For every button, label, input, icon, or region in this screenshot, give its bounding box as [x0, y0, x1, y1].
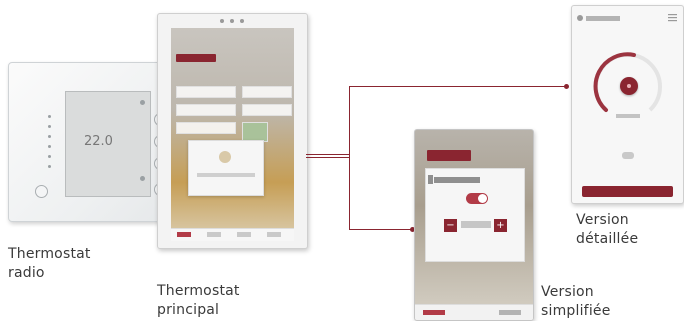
connector-trunk	[306, 154, 350, 155]
simple-nav-item[interactable]	[499, 310, 521, 315]
simple-nav-item[interactable]	[423, 310, 445, 315]
main-zone-tile[interactable]	[176, 86, 236, 98]
simple-control-card: − +	[425, 168, 525, 262]
label-thermostat-principal: Thermostat principal	[157, 283, 240, 318]
radio-temperature-readout: 22.0	[84, 134, 113, 149]
main-panel-icon	[219, 151, 231, 163]
scale-mark-icon	[48, 155, 51, 158]
menu-icon[interactable]	[668, 13, 677, 22]
label-version-simplifiee: Version simplifiée	[541, 284, 611, 319]
dial-knob[interactable]	[620, 77, 638, 95]
simple-setpoint-value	[461, 221, 491, 228]
main-control-panel[interactable]	[188, 140, 264, 196]
detailed-app-phone	[571, 5, 684, 204]
screen-indicator-icon	[140, 176, 145, 181]
simple-header-tab[interactable]	[427, 150, 471, 161]
radio-power-button[interactable]	[35, 185, 48, 198]
simple-bottom-nav	[415, 304, 533, 320]
back-icon[interactable]	[577, 15, 583, 21]
main-nav-item[interactable]	[267, 232, 281, 237]
chevron-left-icon[interactable]	[428, 175, 433, 184]
main-thermostat-device	[157, 13, 308, 249]
main-nav-item[interactable]	[237, 232, 251, 237]
main-panel-line	[197, 173, 255, 177]
scale-mark-icon	[48, 115, 51, 118]
simple-power-toggle[interactable]	[466, 193, 488, 204]
scale-mark-icon	[48, 125, 51, 128]
main-nav-item[interactable]	[207, 232, 221, 237]
simple-card-title	[434, 177, 480, 183]
connector-to-detailed	[349, 86, 566, 87]
main-bottom-nav	[171, 228, 294, 241]
main-header-tab[interactable]	[176, 54, 216, 62]
main-plant-tile[interactable]	[242, 122, 268, 142]
scale-mark-icon	[48, 165, 51, 168]
label-version-detaillee: Version détaillée	[576, 212, 639, 247]
radio-thermostat-screen: 22.0	[65, 91, 151, 197]
main-nav-item[interactable]	[177, 232, 191, 237]
screen-indicator-icon	[140, 100, 145, 105]
connector-vertical	[349, 86, 350, 229]
simplified-app-phone: − +	[414, 129, 534, 321]
connector-end-dot	[564, 84, 569, 89]
main-zone-tile[interactable]	[242, 104, 292, 116]
mode-icon[interactable]	[622, 152, 634, 159]
connector-trunk	[306, 157, 350, 158]
main-zone-tile[interactable]	[242, 86, 292, 98]
main-zone-tile[interactable]	[176, 104, 236, 116]
connector-to-simplified	[349, 229, 412, 230]
scale-mark-icon	[48, 135, 51, 138]
detail-setpoint-text	[616, 114, 640, 118]
plus-button[interactable]: +	[494, 219, 507, 232]
minus-button[interactable]: −	[444, 219, 457, 232]
main-zone-tile[interactable]	[176, 122, 236, 134]
label-thermostat-radio: Thermostat radio	[8, 246, 91, 281]
detail-action-button[interactable]	[582, 186, 673, 197]
detail-header-title	[586, 16, 620, 21]
tablet-camera-bar	[208, 19, 258, 23]
scale-mark-icon	[48, 145, 51, 148]
